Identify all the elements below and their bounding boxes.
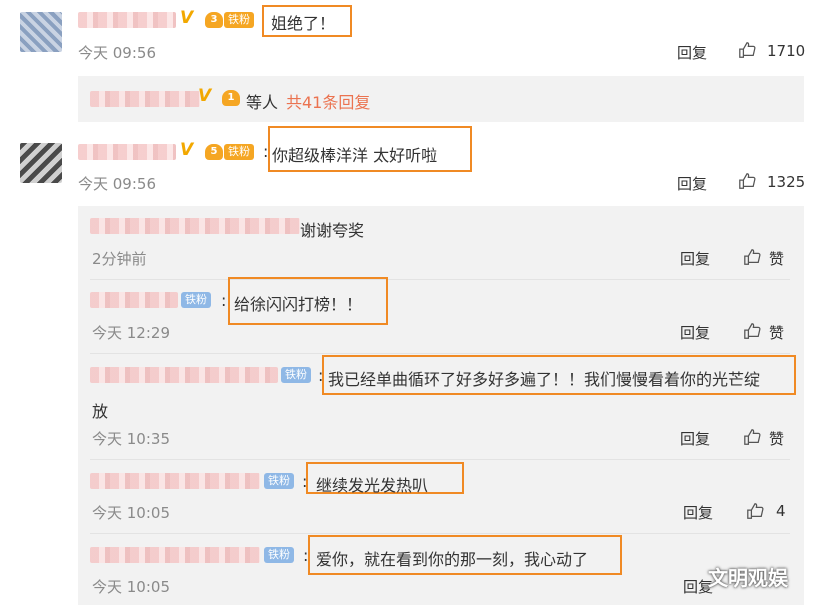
avatar[interactable] bbox=[20, 12, 62, 52]
like-count: 1710 bbox=[767, 42, 806, 60]
divider bbox=[90, 533, 790, 534]
fan-badge: 铁粉 bbox=[264, 547, 294, 563]
thumbs-up-icon[interactable] bbox=[743, 428, 761, 446]
like-button-label[interactable]: 赞 bbox=[769, 322, 784, 343]
summary-prefix: 等人 bbox=[246, 93, 279, 112]
reply-button[interactable]: 回复 bbox=[677, 42, 707, 63]
reply-time: 今天 10:35 bbox=[92, 430, 170, 448]
thumbs-up-icon[interactable] bbox=[743, 248, 761, 266]
watermark: 文明观娱 bbox=[708, 566, 788, 590]
username-blurred[interactable] bbox=[90, 218, 300, 234]
fan-badge: 铁粉 bbox=[224, 144, 254, 160]
username-blurred[interactable] bbox=[90, 367, 278, 383]
username-blurred[interactable] bbox=[90, 473, 260, 489]
like-button-label[interactable]: 赞 bbox=[769, 248, 784, 269]
thumbs-up-icon[interactable] bbox=[743, 322, 761, 340]
verified-v-icon: V bbox=[180, 8, 194, 28]
crown-level-icon: 5 bbox=[205, 144, 223, 160]
reply-text: 爱你，就在看到你的那一刻，我心动了 bbox=[316, 550, 589, 569]
fan-badge: 铁粉 bbox=[181, 292, 211, 308]
reply-text: 给徐闪闪打榜！！ bbox=[234, 295, 363, 314]
like-button-label[interactable]: 赞 bbox=[769, 428, 784, 449]
comment-text: 姐绝了！ bbox=[271, 14, 336, 33]
reply-button[interactable]: 回复 bbox=[680, 322, 710, 343]
comment-text: 你超级棒洋洋 太好听啦 bbox=[272, 146, 438, 165]
username-blurred[interactable] bbox=[90, 91, 200, 107]
separator: : bbox=[221, 291, 227, 310]
verified-v-icon: V bbox=[180, 140, 194, 160]
crown-level-icon: 1 bbox=[222, 90, 240, 106]
reply-button[interactable]: 回复 bbox=[680, 428, 710, 449]
thumbs-up-icon[interactable] bbox=[746, 502, 764, 520]
verified-v-icon: V bbox=[198, 86, 212, 106]
fan-badge: 铁粉 bbox=[224, 12, 254, 28]
username-blurred[interactable] bbox=[90, 547, 260, 563]
fan-badge: 铁粉 bbox=[264, 473, 294, 489]
like-count: 4 bbox=[776, 502, 786, 520]
reply-time: 今天 12:29 bbox=[92, 324, 170, 342]
like-count: 1325 bbox=[767, 173, 806, 191]
username-blurred[interactable] bbox=[78, 144, 176, 160]
thumbs-up-icon[interactable] bbox=[738, 172, 756, 190]
reply-time: 今天 10:05 bbox=[92, 578, 170, 596]
reply-time: 今天 10:05 bbox=[92, 504, 170, 522]
username-blurred[interactable] bbox=[78, 12, 176, 28]
replies-summary-panel[interactable]: V 1 等人 共41条回复 bbox=[78, 76, 804, 122]
thumbs-up-icon[interactable] bbox=[738, 41, 756, 59]
reply-time: 2分钟前 bbox=[92, 250, 147, 268]
avatar[interactable] bbox=[20, 143, 62, 183]
reply-text: 我已经单曲循环了好多好多遍了！！我们慢慢看着你的光芒绽 bbox=[328, 370, 761, 389]
reply-text: 谢谢夸奖 bbox=[300, 221, 365, 240]
crown-level-icon: 3 bbox=[205, 12, 223, 28]
fan-badge: 铁粉 bbox=[281, 367, 311, 383]
reply-button[interactable]: 回复 bbox=[683, 502, 713, 523]
divider bbox=[90, 353, 790, 354]
reply-button[interactable]: 回复 bbox=[677, 173, 707, 194]
reply-text: 继续发光发热叭 bbox=[316, 476, 429, 495]
comment-time: 今天 09:56 bbox=[78, 175, 156, 193]
reply-button[interactable]: 回复 bbox=[680, 248, 710, 269]
divider bbox=[90, 279, 790, 280]
divider bbox=[90, 459, 790, 460]
comment-time: 今天 09:56 bbox=[78, 44, 156, 62]
reply-text-continued: 放 bbox=[92, 402, 109, 421]
view-all-replies-link[interactable]: 共41条回复 bbox=[286, 89, 370, 113]
username-blurred[interactable] bbox=[90, 292, 178, 308]
